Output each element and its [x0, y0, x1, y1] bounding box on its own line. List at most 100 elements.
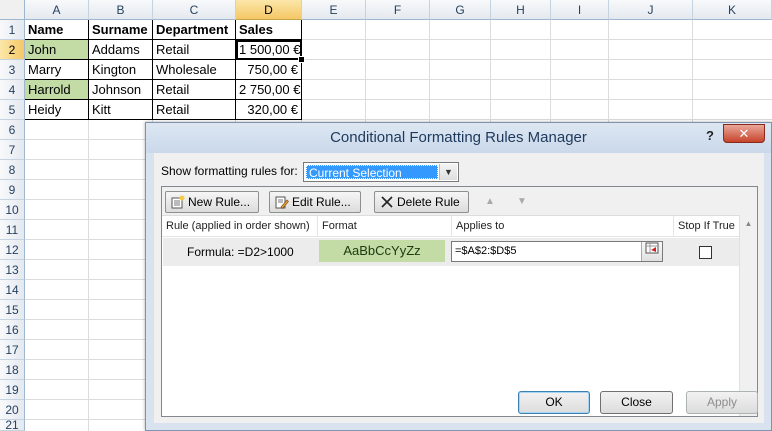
apply-button[interactable]: Apply	[686, 391, 758, 414]
stop-if-true-column-header[interactable]: Stop If True	[674, 216, 740, 236]
move-down-icon[interactable]: ▼	[510, 191, 534, 213]
row-header-19[interactable]: 19	[0, 380, 25, 400]
format-column-header[interactable]: Format	[318, 216, 452, 236]
row-header-1[interactable]: 1	[0, 20, 25, 40]
cell-c5[interactable]: Retail	[153, 100, 236, 120]
table-border	[301, 20, 302, 120]
cell-d1[interactable]: Sales	[236, 20, 302, 40]
stop-if-true-checkbox[interactable]	[699, 246, 712, 259]
applies-to-column-header[interactable]: Applies to	[452, 216, 674, 236]
column-header-b[interactable]: B	[89, 0, 153, 20]
cell-a2[interactable]: John	[25, 40, 89, 60]
column-header-i[interactable]: I	[551, 0, 609, 20]
cell-d4[interactable]: 2 750,00 €	[236, 80, 302, 100]
cell-b2[interactable]: Addams	[89, 40, 153, 60]
delete-icon	[380, 195, 394, 209]
rule-row[interactable]: Formula: =D2>1000 AaBbCcYyZz =$A$2:$D$5	[163, 238, 739, 266]
table-border	[25, 79, 302, 80]
move-up-icon[interactable]: ▲	[478, 191, 502, 213]
cell-c2[interactable]: Retail	[153, 40, 236, 60]
cell-c3[interactable]: Wholesale	[153, 60, 236, 80]
new-rule-label: New Rule...	[188, 195, 251, 209]
cell-a5[interactable]: Heidy	[25, 100, 89, 120]
cell-b3[interactable]: Kington	[89, 60, 153, 80]
applies-to-input[interactable]: =$A$2:$D$5	[451, 241, 663, 262]
row-header-16[interactable]: 16	[0, 320, 25, 340]
show-rules-select[interactable]: Current Selection ▼	[303, 162, 459, 182]
delete-rule-label: Delete Rule	[397, 195, 460, 209]
column-header-k[interactable]: K	[693, 0, 772, 20]
table-border	[25, 99, 302, 100]
row-header-9[interactable]: 9	[0, 180, 25, 200]
cell-a1[interactable]: Name	[25, 20, 89, 40]
show-rules-selected-value: Current Selection	[306, 165, 438, 180]
column-header-d[interactable]: D	[236, 0, 302, 20]
edit-rule-label: Edit Rule...	[292, 195, 351, 209]
column-header-e[interactable]: E	[302, 0, 366, 20]
row-header-14[interactable]: 14	[0, 280, 25, 300]
row-header-18[interactable]: 18	[0, 360, 25, 380]
select-all-corner[interactable]	[0, 0, 25, 20]
column-header-h[interactable]: H	[491, 0, 551, 20]
close-button[interactable]: Close	[600, 391, 673, 414]
cell-b4[interactable]: Johnson	[89, 80, 153, 100]
table-border	[152, 20, 153, 120]
cell-b1[interactable]: Surname	[89, 20, 153, 40]
table-border	[25, 119, 302, 120]
cell-a3[interactable]: Marry	[25, 60, 89, 80]
rules-vertical-scrollbar[interactable]: ▲ ▼	[739, 215, 757, 416]
row-header-7[interactable]: 7	[0, 140, 25, 160]
help-icon[interactable]: ?	[700, 127, 720, 145]
chevron-down-icon[interactable]: ▼	[439, 164, 457, 180]
new-rule-icon	[171, 195, 185, 209]
rule-column-header[interactable]: Rule (applied in order shown)	[162, 216, 318, 236]
cell-a4[interactable]: Harrold	[25, 80, 89, 100]
row-header-2[interactable]: 2	[0, 40, 25, 60]
rule-format-preview: AaBbCcYyZz	[319, 240, 445, 262]
cell-d5[interactable]: 320,00 €	[236, 100, 302, 120]
edit-rule-icon	[275, 195, 289, 209]
row-header-21[interactable]: 21	[0, 420, 25, 431]
fill-handle[interactable]	[298, 56, 305, 63]
dialog-body: Show formatting rules for: Current Selec…	[154, 153, 764, 423]
rules-list-header: Rule (applied in order shown) Format App…	[162, 216, 740, 237]
new-rule-button[interactable]: New Rule...	[165, 191, 259, 213]
cell-b5[interactable]: Kitt	[89, 100, 153, 120]
row-header-8[interactable]: 8	[0, 160, 25, 180]
row-header-10[interactable]: 10	[0, 200, 25, 220]
table-border	[235, 20, 236, 120]
column-header-c[interactable]: C	[153, 0, 236, 20]
row-header-20[interactable]: 20	[0, 400, 25, 420]
table-border	[88, 20, 89, 120]
rules-panel: New Rule... Edit Rule... Delete Rule ▲ ▼	[161, 186, 758, 417]
column-header-g[interactable]: G	[430, 0, 491, 20]
applies-to-value: =$A$2:$D$5	[455, 245, 517, 257]
column-header-f[interactable]: F	[366, 0, 430, 20]
ok-button[interactable]: OK	[518, 391, 590, 414]
row-header-17[interactable]: 17	[0, 340, 25, 360]
column-header-j[interactable]: J	[609, 0, 693, 20]
rules-toolbar: New Rule... Edit Rule... Delete Rule ▲ ▼	[162, 187, 757, 216]
row-header-15[interactable]: 15	[0, 300, 25, 320]
show-rules-label: Show formatting rules for:	[161, 164, 298, 178]
column-header-a[interactable]: A	[25, 0, 89, 20]
delete-rule-button[interactable]: Delete Rule	[374, 191, 469, 213]
active-cell-outline	[236, 40, 302, 60]
scroll-up-icon[interactable]: ▲	[740, 215, 757, 232]
conditional-formatting-rules-manager-dialog[interactable]: Conditional Formatting Rules Manager ? ✕…	[145, 122, 772, 431]
rule-description: Formula: =D2>1000	[187, 245, 294, 259]
row-header-12[interactable]: 12	[0, 240, 25, 260]
close-icon[interactable]: ✕	[723, 124, 765, 143]
row-header-3[interactable]: 3	[0, 60, 25, 80]
dialog-title[interactable]: Conditional Formatting Rules Manager	[146, 123, 771, 153]
cell-d3[interactable]: 750,00 €	[236, 60, 302, 80]
row-header-5[interactable]: 5	[0, 100, 25, 120]
edit-rule-button[interactable]: Edit Rule...	[269, 191, 361, 213]
row-header-13[interactable]: 13	[0, 260, 25, 280]
row-header-11[interactable]: 11	[0, 220, 25, 240]
collapse-range-icon[interactable]	[641, 242, 662, 261]
cell-c4[interactable]: Retail	[153, 80, 236, 100]
row-header-4[interactable]: 4	[0, 80, 25, 100]
row-header-6[interactable]: 6	[0, 120, 25, 140]
cell-c1[interactable]: Department	[153, 20, 236, 40]
